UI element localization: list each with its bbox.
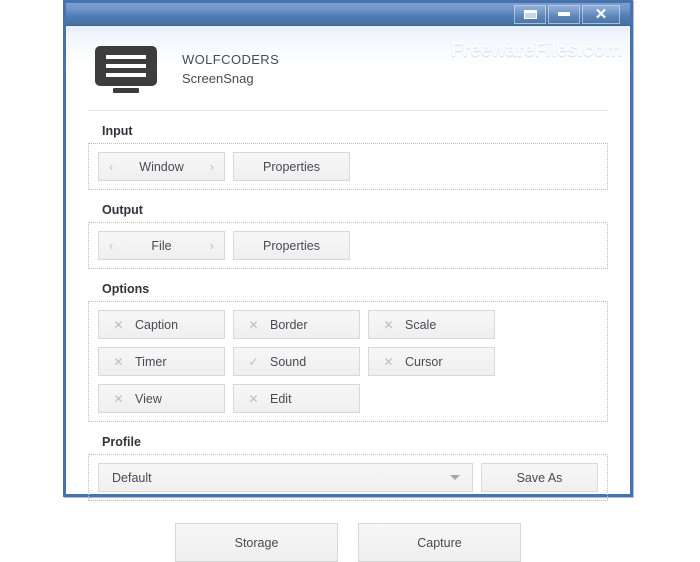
option-toggle-border[interactable]: ✕ Border (233, 310, 360, 339)
input-properties-button[interactable]: Properties (233, 152, 350, 181)
option-label: Edit (270, 391, 292, 406)
output-properties-button[interactable]: Properties (233, 231, 350, 260)
cross-icon: ✕ (113, 317, 124, 332)
cross-icon: ✕ (383, 317, 394, 332)
option-toggle-cursor[interactable]: ✕ Cursor (368, 347, 495, 376)
title-bar[interactable]: ✕ (63, 0, 633, 26)
brand-name: WOLFCODERS (182, 52, 280, 68)
chevron-down-icon (450, 475, 460, 480)
input-source-spinner[interactable]: ‹ Window › (98, 152, 225, 181)
cross-icon: ✕ (113, 354, 124, 369)
options-group-box: ✕ Caption ✕ Border ✕ Scale ✕ Timer ✓ Sou… (88, 301, 608, 422)
cross-icon: ✕ (113, 391, 124, 406)
app-title: WOLFCODERS ScreenSnag (182, 51, 279, 89)
profile-section: Profile Default Save As (88, 435, 608, 501)
option-label: Caption (135, 317, 179, 332)
product-name: ScreenSnag (182, 71, 254, 86)
cross-icon: ✕ (248, 391, 259, 406)
options-section-label: Options (102, 282, 150, 296)
cross-icon: ✕ (248, 317, 259, 332)
option-label: Timer (135, 354, 167, 369)
app-header: WOLFCODERS ScreenSnag (88, 26, 608, 111)
output-target-spinner[interactable]: ‹ File › (98, 231, 225, 260)
option-toggle-scale[interactable]: ✕ Scale (368, 310, 495, 339)
window-controls: ✕ (514, 4, 630, 24)
option-label: View (135, 391, 162, 406)
input-section-label: Input (102, 124, 133, 138)
cross-icon: ✕ (383, 354, 394, 369)
monitor-icon (95, 46, 157, 94)
option-label: Scale (405, 317, 437, 332)
minimize-window-button[interactable] (548, 4, 580, 24)
output-section: Output ‹ File › Properties (88, 203, 608, 269)
check-icon: ✓ (248, 354, 259, 369)
save-as-button[interactable]: Save As (481, 463, 598, 492)
option-toggle-caption[interactable]: ✕ Caption (98, 310, 225, 339)
close-window-button[interactable]: ✕ (582, 4, 620, 24)
application-window: ✕ FreewareFiles.com WOLFCODERS ScreenSna… (63, 0, 633, 562)
minimize-icon (558, 12, 570, 16)
option-label: Sound (270, 354, 307, 369)
capture-button[interactable]: Capture (358, 523, 521, 562)
output-group-box: ‹ File › Properties (88, 222, 608, 269)
option-toggle-view[interactable]: ✕ View (98, 384, 225, 413)
input-section: Input ‹ Window › Properties (88, 124, 608, 190)
option-label: Cursor (405, 354, 443, 369)
close-icon: ✕ (594, 5, 608, 23)
option-toggle-sound[interactable]: ✓ Sound (233, 347, 360, 376)
option-label: Border (270, 317, 308, 332)
chevron-right-icon[interactable]: › (210, 239, 214, 252)
profile-group-box: Default Save As (88, 454, 608, 501)
profile-dropdown[interactable]: Default (98, 463, 473, 492)
option-toggle-timer[interactable]: ✕ Timer (98, 347, 225, 376)
storage-button[interactable]: Storage (175, 523, 338, 562)
option-toggle-edit[interactable]: ✕ Edit (233, 384, 360, 413)
chevron-right-icon[interactable]: › (210, 160, 214, 173)
restore-icon (523, 9, 537, 19)
options-section: Options ✕ Caption ✕ Border ✕ Scale ✕ Tim… (88, 282, 608, 422)
restore-window-button[interactable] (514, 4, 546, 24)
footer-actions: Storage Capture (88, 523, 608, 562)
profile-section-label: Profile (102, 435, 141, 449)
output-target-value: File (151, 238, 172, 253)
profile-selected-value: Default (112, 470, 152, 485)
input-group-box: ‹ Window › Properties (88, 143, 608, 190)
window-content: FreewareFiles.com WOLFCODERS ScreenSnag … (66, 26, 630, 562)
input-source-value: Window (139, 159, 184, 174)
output-section-label: Output (102, 203, 143, 217)
